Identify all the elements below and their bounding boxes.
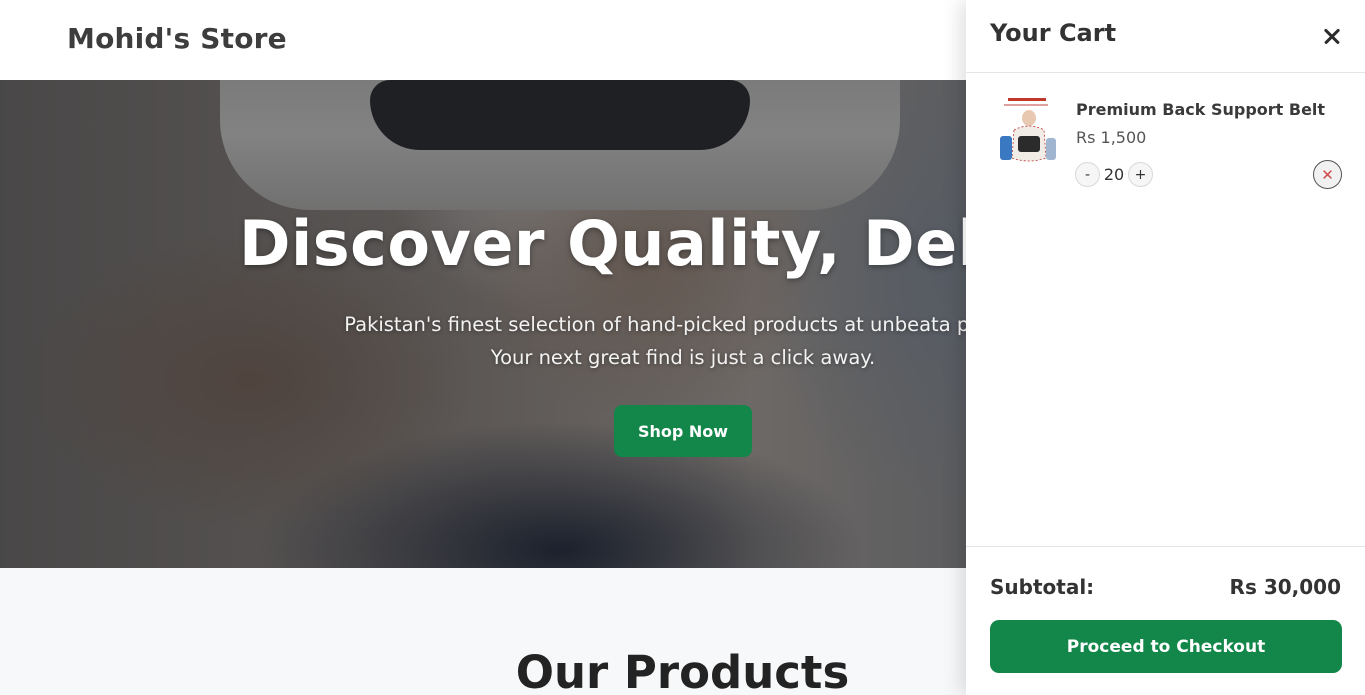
hero-title: Discover Quality, Delive [239,207,1085,280]
cart-title: Your Cart [990,19,1117,47]
store-logo-text[interactable]: Mohid's Store [67,22,287,55]
cart-footer: Subtotal: Rs 30,000 Proceed to Checkout [966,546,1365,695]
subtotal-value: Rs 30,000 [1229,575,1341,599]
cart-item-name[interactable]: Premium Back Support Belt [1076,100,1325,119]
shop-now-button[interactable]: Shop Now [614,405,752,457]
cart-drawer: Your Cart Premium Back Support Belt Rs 1… [966,0,1365,695]
quantity-value: 20 [1103,165,1125,184]
cart-header: Your Cart [966,0,1365,73]
decrease-quantity-button[interactable]: - [1075,162,1100,187]
checkout-button[interactable]: Proceed to Checkout [990,620,1342,673]
increase-quantity-button[interactable]: + [1128,162,1153,187]
cart-item-price: Rs 1,500 [1076,128,1147,147]
product-thumbnail [996,96,1060,168]
hero-subtitle: Pakistan's finest selection of hand-pick… [344,313,1022,369]
subtotal-label: Subtotal: [990,575,1095,599]
cart-item: Premium Back Support Belt Rs 1,500 - 20 … [966,73,1365,193]
remove-item-button[interactable]: ✕ [1313,160,1342,189]
close-icon[interactable] [1320,24,1344,48]
